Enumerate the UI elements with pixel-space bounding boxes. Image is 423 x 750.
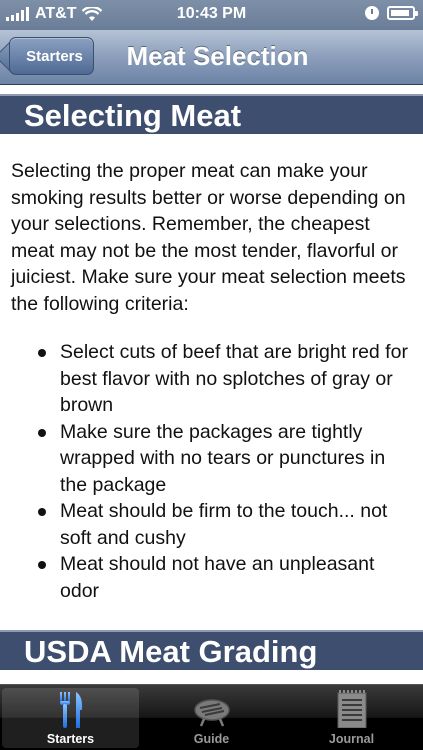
list-item: Select cuts of beef that are bright red … xyxy=(38,339,411,419)
tab-journal[interactable]: Journal xyxy=(283,688,420,748)
notepad-icon xyxy=(337,690,366,728)
fork-knife-icon xyxy=(59,692,82,728)
list-item: Meat should not have an unpleasant odor xyxy=(38,551,411,604)
status-time: 10:43 PM xyxy=(176,5,247,22)
tab-starters[interactable]: Starters xyxy=(2,688,139,748)
section-header-selecting-meat: Selecting Meat xyxy=(0,94,423,134)
tab-label: Starters xyxy=(46,732,95,746)
status-bar: AT&T 10:43 PM xyxy=(0,0,423,30)
criteria-list: Select cuts of beef that are bright red … xyxy=(38,339,411,604)
status-right xyxy=(365,6,418,20)
grill-icon xyxy=(193,699,230,727)
content-scroll-area[interactable]: Selecting Meat Selecting the proper meat… xyxy=(0,86,423,684)
tab-label: Journal xyxy=(328,732,375,746)
back-button-label: Starters xyxy=(26,47,83,65)
list-item: Make sure the packages are tightly wrapp… xyxy=(38,419,411,499)
tab-label: Guide xyxy=(193,732,230,746)
page-title: Meat Selection xyxy=(126,41,309,71)
orientation-lock-icon xyxy=(365,6,379,20)
navigation-bar: Starters Meat Selection xyxy=(0,30,423,85)
back-button[interactable]: Starters xyxy=(9,37,94,75)
list-item: Meat should be firm to the touch... not … xyxy=(38,498,411,551)
tab-bar: Starters Guide Journal xyxy=(0,684,423,750)
section-header-usda-grading: USDA Meat Grading xyxy=(0,630,423,670)
tab-guide[interactable]: Guide xyxy=(143,688,280,748)
battery-icon xyxy=(387,6,418,20)
intro-paragraph: Selecting the proper meat can make your … xyxy=(11,160,406,315)
